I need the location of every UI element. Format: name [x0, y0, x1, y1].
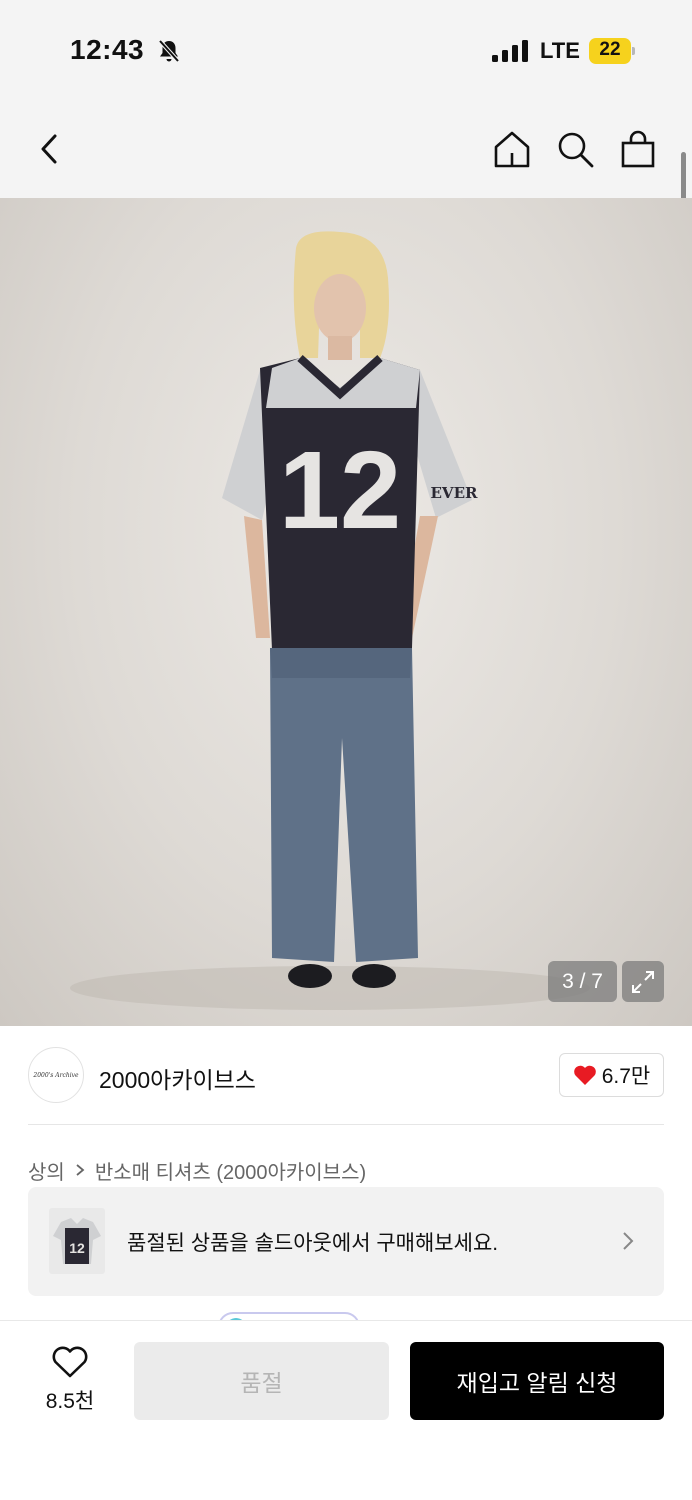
- signal-icon: [492, 40, 528, 62]
- back-button[interactable]: [28, 128, 70, 170]
- network-type: LTE: [540, 38, 580, 63]
- jersey-number: 12: [279, 429, 401, 552]
- restock-alert-button[interactable]: 재입고 알림 신청: [410, 1342, 664, 1420]
- brand-like-button[interactable]: 6.7만: [559, 1053, 664, 1097]
- top-nav-bar: [0, 100, 692, 198]
- home-icon: [494, 131, 530, 168]
- battery-level: 22: [599, 39, 621, 60]
- bell-muted-icon: [158, 39, 180, 63]
- search-icon: [558, 132, 594, 168]
- brand-like-count: 6.7만: [601, 1065, 651, 1088]
- expand-icon: [632, 970, 654, 993]
- chevron-right-icon: [76, 1164, 85, 1176]
- divider: [28, 1124, 664, 1125]
- status-bar: 12:43 LTE 22: [0, 0, 692, 100]
- product-photo: 12 EVER: [70, 231, 590, 1010]
- chevron-right-icon: [623, 1232, 634, 1250]
- wishlist-button[interactable]: 8.5천: [30, 1345, 110, 1417]
- brand-logo[interactable]: 2000's Archive: [28, 1047, 84, 1103]
- brand-row[interactable]: 2000's Archive 2000아카이브스 6.7만: [28, 1046, 664, 1104]
- soldout-button[interactable]: 품절: [134, 1342, 389, 1420]
- brand-name[interactable]: 2000아카이브스: [99, 1061, 256, 1095]
- jersey-thumbnail: 12: [53, 1218, 101, 1264]
- search-button[interactable]: [554, 128, 596, 170]
- chevron-left-icon: [41, 134, 57, 164]
- shopping-bag-icon: [621, 130, 655, 168]
- soldout-promo-banner[interactable]: 12 품절된 상품을 솔드아웃에서 구매해보세요.: [28, 1187, 664, 1296]
- battery-icon: 22: [589, 38, 635, 64]
- expand-image-button[interactable]: [622, 961, 664, 1002]
- product-image-gallery[interactable]: 12 EVER 3 / 7: [0, 198, 692, 1026]
- sleeve-text: EVER: [431, 484, 479, 502]
- wishlist-count: 8.5천: [45, 1390, 95, 1413]
- status-time: 12:43: [70, 34, 145, 65]
- cart-button[interactable]: [617, 128, 659, 170]
- breadcrumb-category[interactable]: 상의: [28, 1156, 65, 1185]
- image-page-indicator: 3 / 7: [548, 961, 617, 1002]
- breadcrumb: 상의 반소매 티셔츠 (2000아카이브스): [28, 1156, 366, 1184]
- banner-text: 품절된 상품을 솔드아웃에서 구매해보세요.: [127, 1232, 499, 1255]
- banner-product-thumbnail: 12: [49, 1208, 105, 1274]
- heart-outline-icon: [52, 1346, 88, 1378]
- bottom-action-bar: 8.5천 품절 재입고 알림 신청: [0, 1320, 692, 1500]
- home-button[interactable]: [491, 128, 533, 170]
- brand-logo-text: 2000's Archive: [33, 1071, 79, 1079]
- breadcrumb-subcategory[interactable]: 반소매 티셔츠 (2000아카이브스): [95, 1156, 366, 1185]
- heart-filled-icon: [573, 1065, 596, 1085]
- thumb-number: 12: [69, 1240, 85, 1256]
- battery-cap: [632, 47, 635, 55]
